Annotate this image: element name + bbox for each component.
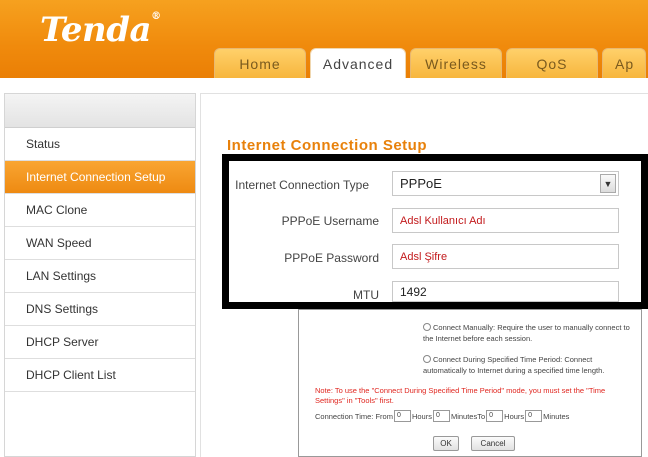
highlight-box: Internet Connection Type PPPoE ▼ PPPoE U… <box>222 154 648 309</box>
mtu-value: 1492 <box>400 284 427 299</box>
sidebar-item-wan-speed[interactable]: WAN Speed <box>5 227 195 260</box>
sidebar: Status Internet Connection Setup MAC Clo… <box>4 93 196 457</box>
radio-button[interactable] <box>423 355 431 363</box>
radio-connect-scheduled[interactable]: Connect During Specified Time Period: Co… <box>423 354 633 376</box>
ok-button[interactable]: OK <box>433 436 459 451</box>
connection-type-select[interactable]: PPPoE ▼ <box>392 171 619 196</box>
registered-mark: ® <box>151 10 161 22</box>
note-text: Note: To use the "Connect During Specifi… <box>315 386 606 405</box>
connection-time-label: Connection Time: From <box>315 411 393 421</box>
mtu-field[interactable]: 1492 <box>392 281 619 302</box>
radio-button[interactable] <box>423 323 431 331</box>
sidebar-item-label: MAC Clone <box>26 203 88 217</box>
sidebar-item-internet-connection-setup[interactable]: Internet Connection Setup <box>5 161 195 194</box>
chevron-down-icon[interactable]: ▼ <box>600 174 616 193</box>
radio-connect-manually[interactable]: Connect Manually: Require the user to ma… <box>423 322 633 344</box>
tab-advanced[interactable]: Advanced <box>310 48 406 78</box>
mtu-label: MTU <box>353 288 379 302</box>
radio-manual-label: Connect Manually: Require the user to ma… <box>423 323 630 343</box>
pppoe-password-label: PPPoE Password <box>284 251 379 265</box>
page-title: Internet Connection Setup <box>227 137 427 154</box>
logo-text: Tenda <box>40 10 152 50</box>
sidebar-item-dhcp-client-list[interactable]: DHCP Client List <box>5 359 195 392</box>
main-tabs: Home Advanced Wireless QoS Ap <box>214 48 646 78</box>
sidebar-item-lan-settings[interactable]: LAN Settings <box>5 260 195 293</box>
pppoe-password-field[interactable]: Adsl Şifre <box>392 244 619 269</box>
pppoe-username-label: PPPoE Username <box>281 214 379 228</box>
sidebar-item-dhcp-server[interactable]: DHCP Server <box>5 326 195 359</box>
to-minutes-input[interactable]: 0 <box>525 410 543 422</box>
sidebar-item-label: DNS Settings <box>26 302 99 316</box>
sidebar-item-label: WAN Speed <box>26 236 92 250</box>
minutes-to-label: MinutesTo <box>450 411 486 421</box>
sidebar-item-label: DHCP Client List <box>26 368 116 382</box>
sidebar-item-label: Internet Connection Setup <box>26 170 166 184</box>
sidebar-item-label: LAN Settings <box>26 269 97 283</box>
minutes-label: Minutes <box>543 411 570 421</box>
tenda-logo: Tenda® <box>40 10 161 50</box>
tab-label: Wireless <box>425 55 487 72</box>
cancel-button[interactable]: Cancel <box>471 436 515 451</box>
sidebar-item-label: Status <box>26 137 61 151</box>
pppoe-username-value: Adsl Kullanıcı Adı <box>400 214 486 227</box>
to-hours-input[interactable]: 0 <box>486 410 504 422</box>
sidebar-item-mac-clone[interactable]: MAC Clone <box>5 194 195 227</box>
tab-label: Home <box>239 55 281 72</box>
tab-home[interactable]: Home <box>214 48 306 78</box>
connection-time-row: Connection Time: From 0 Hours 0 MinutesT… <box>315 410 569 422</box>
from-minutes-input[interactable]: 0 <box>432 410 450 422</box>
header-bar: Tenda® Home Advanced Wireless QoS Ap <box>0 0 648 78</box>
from-hours-input[interactable]: 0 <box>393 410 411 422</box>
sidebar-item-label: DHCP Server <box>26 335 99 349</box>
tab-qos[interactable]: QoS <box>506 48 598 78</box>
connection-type-label: Internet Connection Type <box>235 178 369 192</box>
tab-applications[interactable]: Ap <box>602 48 646 78</box>
pppoe-username-field[interactable]: Adsl Kullanıcı Adı <box>392 208 619 233</box>
pppoe-password-value: Adsl Şifre <box>400 250 448 263</box>
tab-wireless[interactable]: Wireless <box>410 48 502 78</box>
sidebar-item-status[interactable]: Status <box>5 128 195 161</box>
sidebar-header <box>5 94 195 128</box>
sidebar-item-dns-settings[interactable]: DNS Settings <box>5 293 195 326</box>
tab-label: QoS <box>536 55 568 72</box>
connection-type-value: PPPoE <box>400 176 442 191</box>
hours-label-2: Hours <box>504 411 525 421</box>
tab-label: Ap <box>615 55 635 72</box>
connection-mode-panel: Connect Manually: Require the user to ma… <box>298 309 642 457</box>
radio-scheduled-label: Connect During Specified Time Period: Co… <box>423 355 605 375</box>
hours-label: Hours <box>411 411 432 421</box>
tab-label: Advanced <box>322 55 394 72</box>
